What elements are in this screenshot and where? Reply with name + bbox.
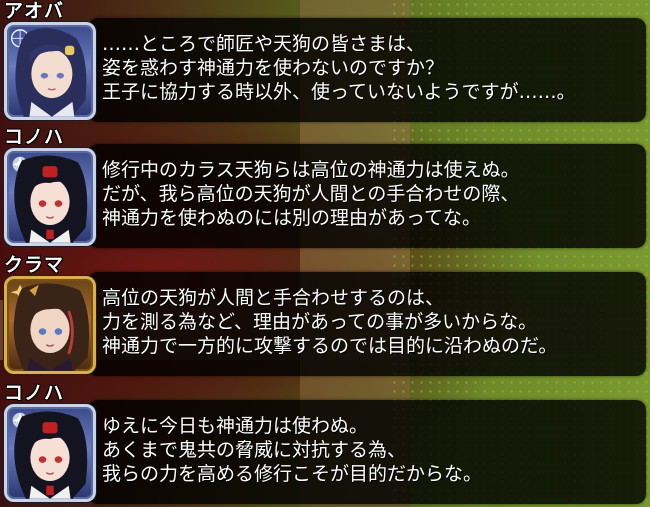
konoha-portrait-icon [12, 411, 88, 499]
dialogue-line: 王子に協力する時以外、使っていないようですが……。 [102, 81, 576, 103]
dialogue-line: 姿を惑わす神通力を使わないのですか？ [102, 57, 445, 79]
dialogue-text: ……ところで師匠や天狗の皆さまは、 姿を惑わす神通力を使わないのですか？ 王子に… [102, 32, 576, 104]
dialogue-line: 我らの力を高める修行こそが目的だからな。 [102, 463, 483, 485]
speaker-name: アオバ [4, 0, 65, 22]
dialogue-line: 神通力で一方的に攻撃するのでは目的に沿わぬのだ。 [102, 335, 558, 357]
character-portrait-aoba [4, 22, 96, 120]
dialogue-line: ゆえに今日も神通力は使わぬ。 [102, 415, 369, 437]
konoha-portrait-icon [12, 155, 88, 243]
character-portrait-konoha [4, 148, 96, 246]
dialogue-line: ……ところで師匠や天狗の皆さまは、 [102, 33, 426, 55]
dialogue-line: 神通力を使わぬのには別の理由があってな。 [102, 207, 482, 229]
aoba-portrait-icon [10, 28, 87, 117]
speaker-name: コノハ [4, 382, 65, 404]
dialogue-line: だが、我ら高位の天狗が人間との手合わせの際、 [102, 183, 520, 205]
dialogue-line: 力を測る為など、理由があっての事が多いからな。 [102, 311, 538, 333]
character-portrait-konoha [4, 404, 96, 502]
dialogue-line: あくまで鬼共の脅威に対抗する為、 [102, 439, 407, 461]
dialogue-line: 修行中のカラス天狗らは高位の神通力は使えぬ。 [102, 159, 520, 181]
dialogue-text: 修行中のカラス天狗らは高位の神通力は使えぬ。 だが、我ら高位の天狗が人間との手合… [102, 158, 520, 230]
dialogue-text: 高位の天狗が人間と手合わせするのは、 力を測る為など、理由があっての事が多いから… [102, 286, 557, 358]
kurama-portrait-icon [10, 283, 90, 371]
speaker-name: クラマ [4, 254, 65, 276]
speaker-name: コノハ [4, 126, 65, 148]
dialogue-text: ゆえに今日も神通力は使わぬ。 あくまで鬼共の脅威に対抗する為、 我らの力を高める… [102, 414, 482, 486]
dialogue-line: 高位の天狗が人間と手合わせするのは、 [102, 287, 445, 309]
character-portrait-kurama [4, 276, 96, 374]
